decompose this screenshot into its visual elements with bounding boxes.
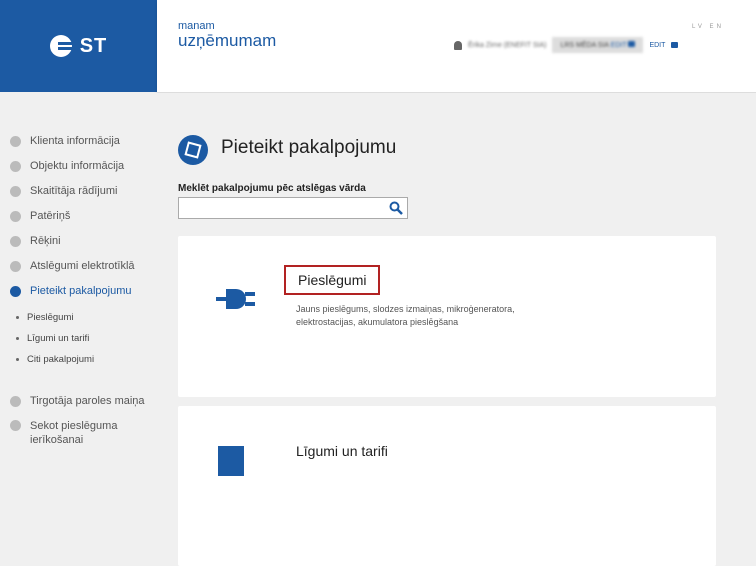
header: manam uzņēmumam Ērika Zirne (ENEFIT SIA)… xyxy=(157,0,756,93)
logo-mark xyxy=(49,35,74,57)
sidebar-item-label: Sekot pieslēguma ierīkošanai xyxy=(30,420,118,446)
sidebar-item-client-info[interactable]: Klienta informācija xyxy=(10,135,120,147)
sidebar-item-label: Pieteikt pakalpojumu xyxy=(30,285,132,297)
sidebar-item-outages[interactable]: Atslēgumi elektrotīklā xyxy=(10,260,135,272)
sidebar-item-label: Patēriņš xyxy=(30,210,71,222)
gauge-icon xyxy=(10,185,21,197)
logout-link[interactable]: EDIT xyxy=(649,42,665,49)
company-selector[interactable]: LRS MĒDA SIA EDIT xyxy=(552,37,644,53)
lightning-icon xyxy=(10,260,21,272)
stack-icon xyxy=(10,235,21,247)
card-title[interactable]: Pieslēgumi xyxy=(284,265,381,295)
company-name: LRS MĒDA SIA xyxy=(560,42,609,49)
user-name[interactable]: Ērika Zirne (ENEFIT SIA) xyxy=(468,42,546,49)
sidebar-item-label: Atslēgumi elektrotīklā xyxy=(30,260,135,272)
sidebar-item-label: Objektu informācija xyxy=(30,160,125,172)
card-title[interactable]: Līgumi un tarifi xyxy=(296,443,388,459)
info-icon xyxy=(10,160,21,172)
document-icon xyxy=(10,135,21,147)
user-area: Ērika Zirne (ENEFIT SIA) LRS MĒDA SIA ED… xyxy=(454,37,679,53)
sidebar-item-label: Skaitītāja rādījumi xyxy=(30,185,118,197)
eye-icon xyxy=(10,285,21,297)
sidebar-subitem-connections[interactable]: Pieslēgumi xyxy=(16,312,73,323)
logo[interactable]: ST xyxy=(0,0,157,92)
user-icon xyxy=(454,40,462,50)
sidebar-subitem-contracts[interactable]: Līgumi un tarifi xyxy=(16,333,89,344)
sidebar-item-object-info[interactable]: Objektu informācija xyxy=(10,160,124,172)
eye-icon xyxy=(10,395,21,407)
sidebar-item-label: Tirgotāja paroles maiņa xyxy=(30,395,145,407)
edit-link[interactable]: EDIT xyxy=(611,42,627,49)
language-switch[interactable]: LV EN xyxy=(692,24,724,30)
main-content: Pieteikt pakalpojumu Meklēt pakalpojumu … xyxy=(157,93,756,566)
sidebar-item-password-change[interactable]: Tirgotāja paroles maiņa xyxy=(10,395,145,407)
sidebar-item-meter-readings[interactable]: Skaitītāja rādījumi xyxy=(10,185,117,197)
lock-icon xyxy=(671,42,679,48)
search-icon[interactable] xyxy=(389,201,403,215)
page-title: Pieteikt pakalpojumu xyxy=(221,137,397,158)
flame-icon xyxy=(10,210,21,222)
card-description: Jauns pieslēgums, slodzes izmaiņas, mikr… xyxy=(296,304,515,327)
sidebar-item-request-service[interactable]: Pieteikt pakalpojumu xyxy=(10,285,132,297)
service-card-connections[interactable]: Pieslēgumi Jauns pieslēgums, slodzes izm… xyxy=(178,236,716,397)
search-label: Meklēt pakalpojumu pēc atslēgas vārda xyxy=(178,183,366,194)
service-card-contracts[interactable]: Līgumi un tarifi xyxy=(178,406,716,566)
sidebar-item-track-connection[interactable]: Sekot pieslēguma ierīkošanai xyxy=(10,419,130,447)
search-input[interactable] xyxy=(178,197,408,219)
brand-big: uzņēmumam xyxy=(178,31,277,50)
logo-text: ST xyxy=(79,34,108,57)
sidebar-item-invoices[interactable]: Rēķini xyxy=(10,235,61,247)
plug-icon xyxy=(216,289,255,309)
document-icon xyxy=(218,446,244,476)
sidebar-item-label: Klienta informācija xyxy=(30,135,120,147)
sidebar-item-label: Rēķini xyxy=(30,235,61,247)
cube-icon xyxy=(178,135,208,165)
sidebar: Klienta informācija Objektu informācija … xyxy=(0,93,157,462)
lock-icon xyxy=(628,41,636,47)
eye-icon xyxy=(10,420,21,431)
sidebar-item-consumption[interactable]: Patēriņš xyxy=(10,210,70,222)
sidebar-subitem-other[interactable]: Citi pakalpojumi xyxy=(16,354,94,365)
